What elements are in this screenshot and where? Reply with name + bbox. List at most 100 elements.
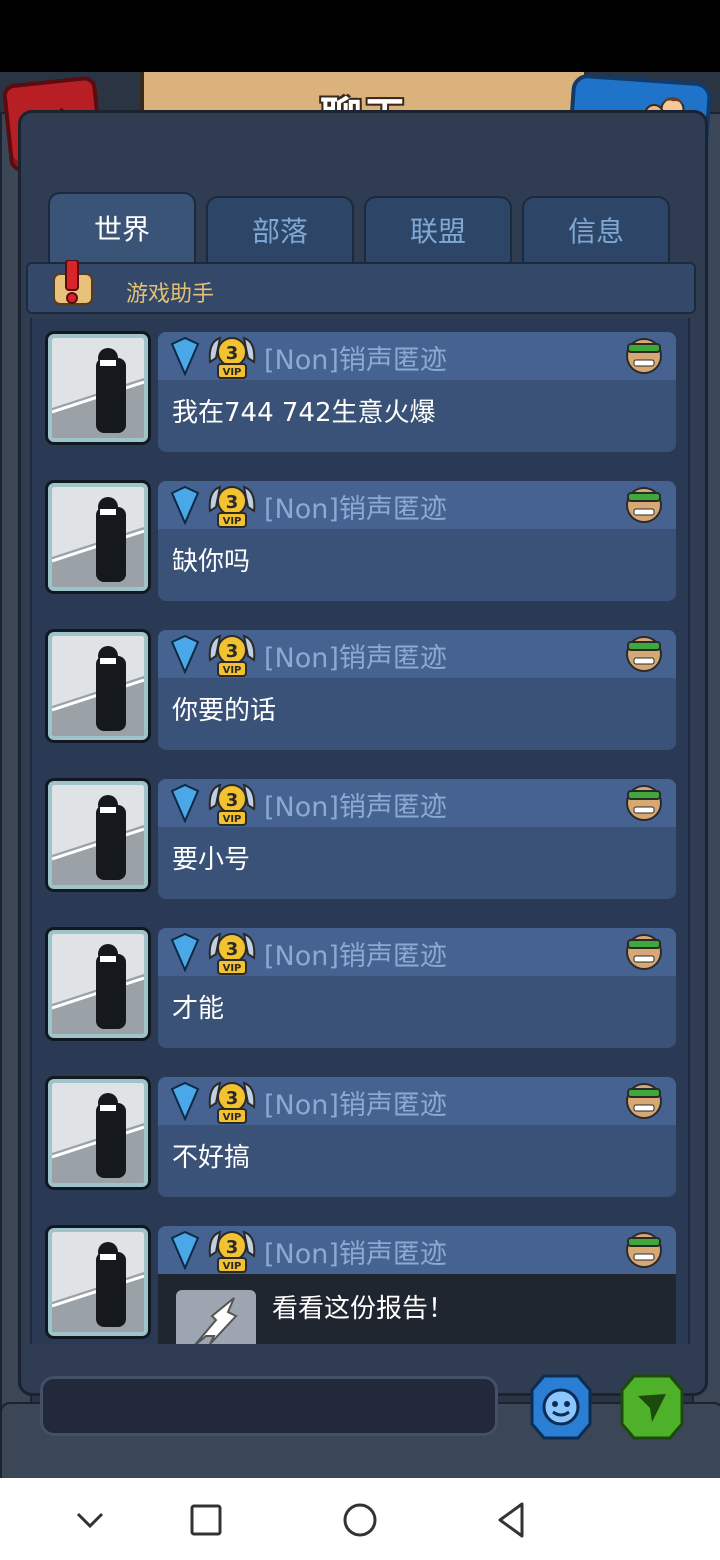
svg-text:3: 3 <box>226 790 239 811</box>
list-item[interactable]: 3 VIP [Non]销声匿迹 要小号 <box>32 767 688 899</box>
avatar[interactable] <box>48 1228 148 1336</box>
clan-emblem-icon[interactable] <box>624 634 664 674</box>
message-header: 3 VIP [Non]销声匿迹 <box>158 1077 676 1125</box>
chat-input[interactable] <box>40 1376 498 1436</box>
message-text: 缺你吗 <box>172 547 251 577</box>
svg-text:VIP: VIP <box>223 814 242 825</box>
nav-collapse-button[interactable] <box>66 1496 114 1544</box>
message-header: 3 VIP [Non]销声匿迹 <box>158 332 676 380</box>
sender-name[interactable]: [Non]销声匿迹 <box>264 934 447 973</box>
list-item[interactable]: 3 VIP [Non]销声匿迹 不好搞 <box>32 1065 688 1197</box>
message-text: 我在744 742生意火爆 <box>172 398 436 428</box>
avatar[interactable] <box>48 1079 148 1187</box>
message-header: 3 VIP [Non]销声匿迹 <box>158 779 676 827</box>
avatar[interactable] <box>48 632 148 740</box>
list-item[interactable]: 3 VIP [Non]销声匿迹 我在744 742生意火爆 <box>32 320 688 452</box>
vip-badge-icon: 3 VIP <box>208 932 256 975</box>
sender-name[interactable]: [Non]销声匿迹 <box>264 1232 447 1271</box>
svg-text:3: 3 <box>226 939 239 960</box>
clan-emblem-icon[interactable] <box>624 783 664 823</box>
report-text: 看看这份报告！ <box>272 1294 455 1324</box>
clan-emblem-icon[interactable] <box>624 1230 664 1270</box>
message-bubble: 3 VIP [Non]销声匿迹 你要的话 <box>158 630 676 750</box>
svg-text:VIP: VIP <box>223 367 242 378</box>
message-bubble: 3 VIP [Non]销声匿迹 缺你吗 <box>158 481 676 601</box>
svg-text:3: 3 <box>226 492 239 513</box>
vip-badge-icon: 3 VIP <box>208 1081 256 1124</box>
battle-report-card[interactable]: 看看这份报告！ <box>158 1274 676 1344</box>
rank-shield-icon <box>170 783 200 823</box>
rank-shield-icon <box>170 1081 200 1121</box>
list-item[interactable]: 3 VIP [Non]销声匿迹 看看这份报告！ <box>32 1214 688 1344</box>
svg-text:3: 3 <box>226 1237 239 1258</box>
rank-shield-icon <box>170 336 200 376</box>
message-text: 你要的话 <box>172 696 277 726</box>
game-helper-label: 游戏助手 <box>126 282 215 307</box>
avatar-photo-icon <box>52 1083 144 1183</box>
rank-shield-icon <box>170 634 200 674</box>
avatar-photo-icon <box>52 338 144 438</box>
tab-bar: 世界 部落 联盟 信息 <box>48 192 672 262</box>
report-broken-sword-icon <box>176 1290 256 1344</box>
svg-text:3: 3 <box>226 1088 239 1109</box>
message-bubble: 3 VIP [Non]销声匿迹 看看这份报告！ <box>158 1226 676 1344</box>
nav-back-button[interactable] <box>488 1496 536 1544</box>
sender-name[interactable]: [Non]销声匿迹 <box>264 487 447 526</box>
avatar-photo-icon <box>52 785 144 885</box>
avatar-photo-icon <box>52 1232 144 1332</box>
send-button[interactable] <box>620 1374 684 1440</box>
sender-name[interactable]: [Non]销声匿迹 <box>264 636 447 675</box>
avatar[interactable] <box>48 930 148 1038</box>
svg-text:3: 3 <box>226 641 239 662</box>
message-text: 要小号 <box>172 845 251 875</box>
list-item[interactable]: 3 VIP [Non]销声匿迹 缺你吗 <box>32 469 688 601</box>
clan-emblem-icon[interactable] <box>624 336 664 376</box>
emoji-button[interactable] <box>530 1374 592 1440</box>
svg-text:3: 3 <box>226 343 239 364</box>
game-helper-bar[interactable]: 游戏助手 <box>26 260 696 314</box>
status-bar <box>0 0 720 72</box>
vip-badge-icon: 3 VIP <box>208 634 256 677</box>
message-header: 3 VIP [Non]销声匿迹 <box>158 481 676 529</box>
svg-text:VIP: VIP <box>223 1261 242 1272</box>
vip-badge-icon: 3 VIP <box>208 336 256 379</box>
tab-world[interactable]: 世界 <box>48 192 196 262</box>
message-text: 才能 <box>172 994 225 1024</box>
vip-badge-icon: 3 VIP <box>208 485 256 528</box>
message-header: 3 VIP [Non]销声匿迹 <box>158 928 676 976</box>
nav-recents-button[interactable] <box>182 1496 230 1544</box>
message-header: 3 VIP [Non]销声匿迹 <box>158 1226 676 1274</box>
sender-name[interactable]: [Non]销声匿迹 <box>264 338 447 377</box>
rank-shield-icon <box>170 485 200 525</box>
avatar[interactable] <box>48 781 148 889</box>
list-item[interactable]: 3 VIP [Non]销声匿迹 你要的话 <box>32 618 688 750</box>
clan-emblem-icon[interactable] <box>624 1081 664 1121</box>
vip-badge-icon: 3 VIP <box>208 783 256 826</box>
tab-alliance[interactable]: 联盟 <box>364 196 512 262</box>
message-list[interactable]: 3 VIP [Non]销声匿迹 我在744 742生意火爆 3 VIP [Non… <box>30 318 690 1344</box>
rank-shield-icon <box>170 932 200 972</box>
alert-scroll-icon <box>53 260 93 305</box>
message-bubble: 3 VIP [Non]销声匿迹 要小号 <box>158 779 676 899</box>
svg-text:VIP: VIP <box>223 1112 242 1123</box>
nav-home-button[interactable] <box>336 1496 384 1544</box>
avatar-photo-icon <box>52 487 144 587</box>
rank-shield-icon <box>170 1230 200 1270</box>
system-nav-bar <box>0 1478 720 1560</box>
message-bubble: 3 VIP [Non]销声匿迹 才能 <box>158 928 676 1048</box>
clan-emblem-icon[interactable] <box>624 932 664 972</box>
tab-messages[interactable]: 信息 <box>522 196 670 262</box>
list-item[interactable]: 3 VIP [Non]销声匿迹 才能 <box>32 916 688 1048</box>
message-header: 3 VIP [Non]销声匿迹 <box>158 630 676 678</box>
sender-name[interactable]: [Non]销声匿迹 <box>264 1083 447 1122</box>
vip-badge-icon: 3 VIP <box>208 1230 256 1273</box>
sender-name[interactable]: [Non]销声匿迹 <box>264 785 447 824</box>
emoji-icon <box>542 1388 580 1426</box>
avatar[interactable] <box>48 483 148 591</box>
avatar[interactable] <box>48 334 148 442</box>
clan-emblem-icon[interactable] <box>624 485 664 525</box>
svg-text:VIP: VIP <box>223 665 242 676</box>
message-bubble: 3 VIP [Non]销声匿迹 不好搞 <box>158 1077 676 1197</box>
message-bubble: 3 VIP [Non]销声匿迹 我在744 742生意火爆 <box>158 332 676 452</box>
tab-tribe[interactable]: 部落 <box>206 196 354 262</box>
